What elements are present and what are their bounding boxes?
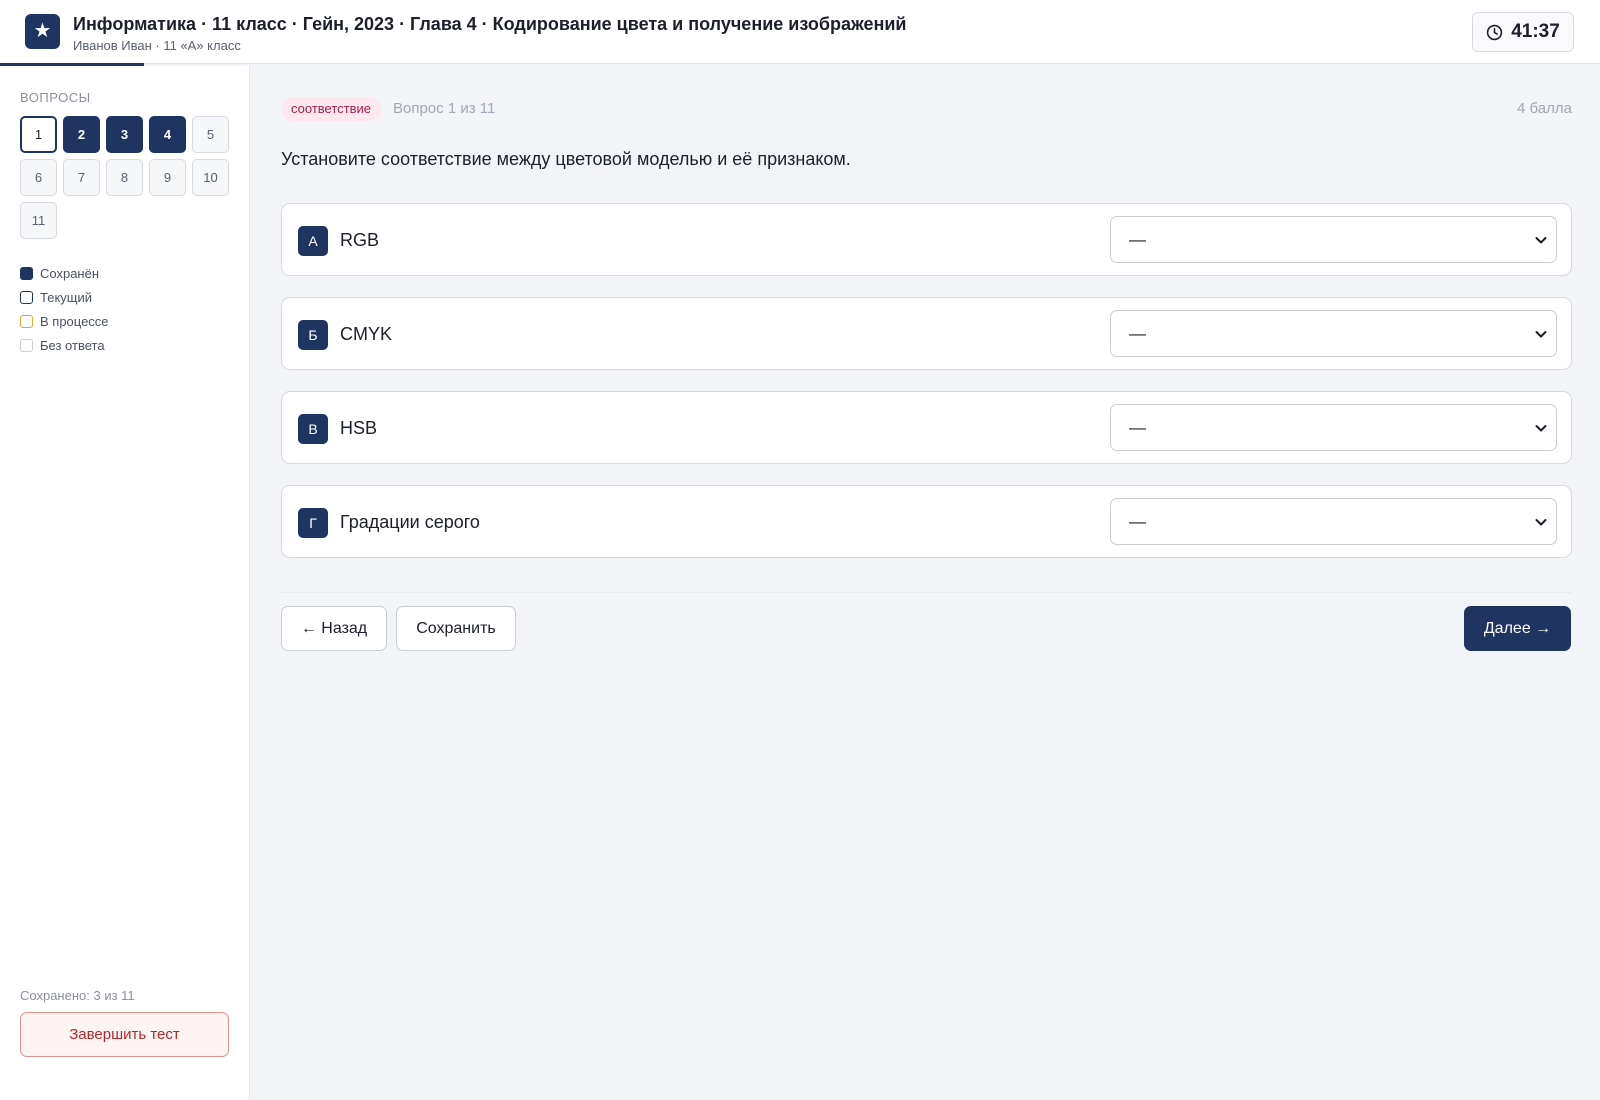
legend-swatch — [20, 338, 33, 352]
question-navigator: 1 2 3 4 5 6 7 8 9 10 11 — [20, 116, 232, 239]
main-content: соответствие Вопрос 1 из 11 4 балла Уста… — [250, 66, 1600, 1100]
saved-count: Сохранено: 3 из 11 — [20, 988, 135, 1003]
question-nav-button[interactable]: 2 — [63, 116, 100, 153]
select-value: — — [1129, 324, 1146, 343]
chevron-down-icon — [1535, 331, 1547, 338]
question-nav-button[interactable]: 10 — [192, 159, 229, 196]
questions-section-title: Вопросы — [20, 90, 91, 105]
match-select[interactable]: — — [1110, 404, 1557, 451]
sidebar: Вопросы 1 2 3 4 5 6 7 8 9 10 11 Сохранён Текущий В п… — [0, 66, 250, 1100]
question-nav-button[interactable]: 1 — [20, 116, 57, 153]
legend-label: Без ответа — [40, 337, 105, 353]
question-nav-button[interactable]: 6 — [20, 159, 57, 196]
option-label: Градации серого — [340, 512, 480, 532]
question-nav-button[interactable]: 8 — [106, 159, 143, 196]
legend-item: В процессе — [20, 309, 109, 333]
match-select[interactable]: — — [1110, 216, 1557, 263]
matching-row: Б CMYK — — [281, 297, 1572, 370]
divider — [281, 592, 1572, 593]
star-icon: ★ — [25, 14, 60, 49]
clock-icon — [1486, 24, 1503, 40]
option-letter-badge: А — [298, 226, 328, 256]
chevron-down-icon — [1535, 237, 1547, 244]
chevron-down-icon — [1535, 425, 1547, 432]
select-value: — — [1129, 230, 1146, 249]
chevron-down-icon — [1535, 519, 1547, 526]
question-nav-button[interactable]: 9 — [149, 159, 186, 196]
option-label: RGB — [340, 230, 380, 250]
select-value: — — [1129, 418, 1146, 437]
question-text: Установите соответствие между цветовой м… — [281, 149, 851, 169]
option-letter-badge: Г — [298, 508, 328, 538]
matching-row: А RGB — — [281, 203, 1572, 276]
timer: 41:37 — [1472, 12, 1574, 52]
question-nav-button[interactable]: 4 — [149, 116, 186, 153]
legend-label: Сохранён — [40, 265, 100, 281]
finish-test-button[interactable]: Завершить тест — [20, 1012, 229, 1057]
legend-label: Текущий — [40, 289, 92, 305]
question-nav-button[interactable]: 5 — [192, 116, 229, 153]
student-info: Иванов Иван · 11 «А» класс — [73, 38, 241, 53]
legend-swatch — [20, 314, 33, 328]
matching-options: А RGB — Б CMYK — В HSB — Г Градации серого — — [281, 203, 1572, 579]
next-button[interactable]: Далее → — [1464, 606, 1571, 651]
matching-row: Г Градации серого — — [281, 485, 1572, 558]
question-points: 4 балла — [1517, 100, 1572, 117]
save-button[interactable]: Сохранить — [396, 606, 516, 651]
legend-swatch — [20, 290, 33, 304]
header: ★ Информатика · 11 класс · Гейн, 2023 · … — [0, 0, 1600, 66]
question-number: Вопрос 1 из 11 — [393, 100, 496, 117]
option-label: HSB — [340, 418, 378, 438]
legend-item: Без ответа — [20, 333, 109, 357]
option-label: CMYK — [340, 324, 393, 344]
legend-item: Текущий — [20, 285, 109, 309]
option-letter-badge: В — [298, 414, 328, 444]
legend: Сохранён Текущий В процессе Без ответа — [20, 261, 109, 357]
match-select[interactable]: — — [1110, 498, 1557, 545]
question-nav-button[interactable]: 7 — [63, 159, 100, 196]
question-nav-button[interactable]: 11 — [20, 202, 57, 239]
option-letter-badge: Б — [298, 320, 328, 350]
match-select[interactable]: — — [1110, 310, 1557, 357]
legend-swatch — [20, 266, 33, 280]
select-value: — — [1129, 512, 1146, 531]
back-button[interactable]: ← Назад — [281, 606, 387, 651]
question-nav-button[interactable]: 3 — [106, 116, 143, 153]
timer-value: 41:37 — [1511, 21, 1560, 42]
legend-item: Сохранён — [20, 261, 109, 285]
page-title: Информатика · 11 класс · Гейн, 2023 · Гл… — [73, 14, 907, 34]
question-type-badge: соответствие — [281, 97, 381, 121]
matching-row: В HSB — — [281, 391, 1572, 464]
legend-label: В процессе — [40, 313, 109, 329]
